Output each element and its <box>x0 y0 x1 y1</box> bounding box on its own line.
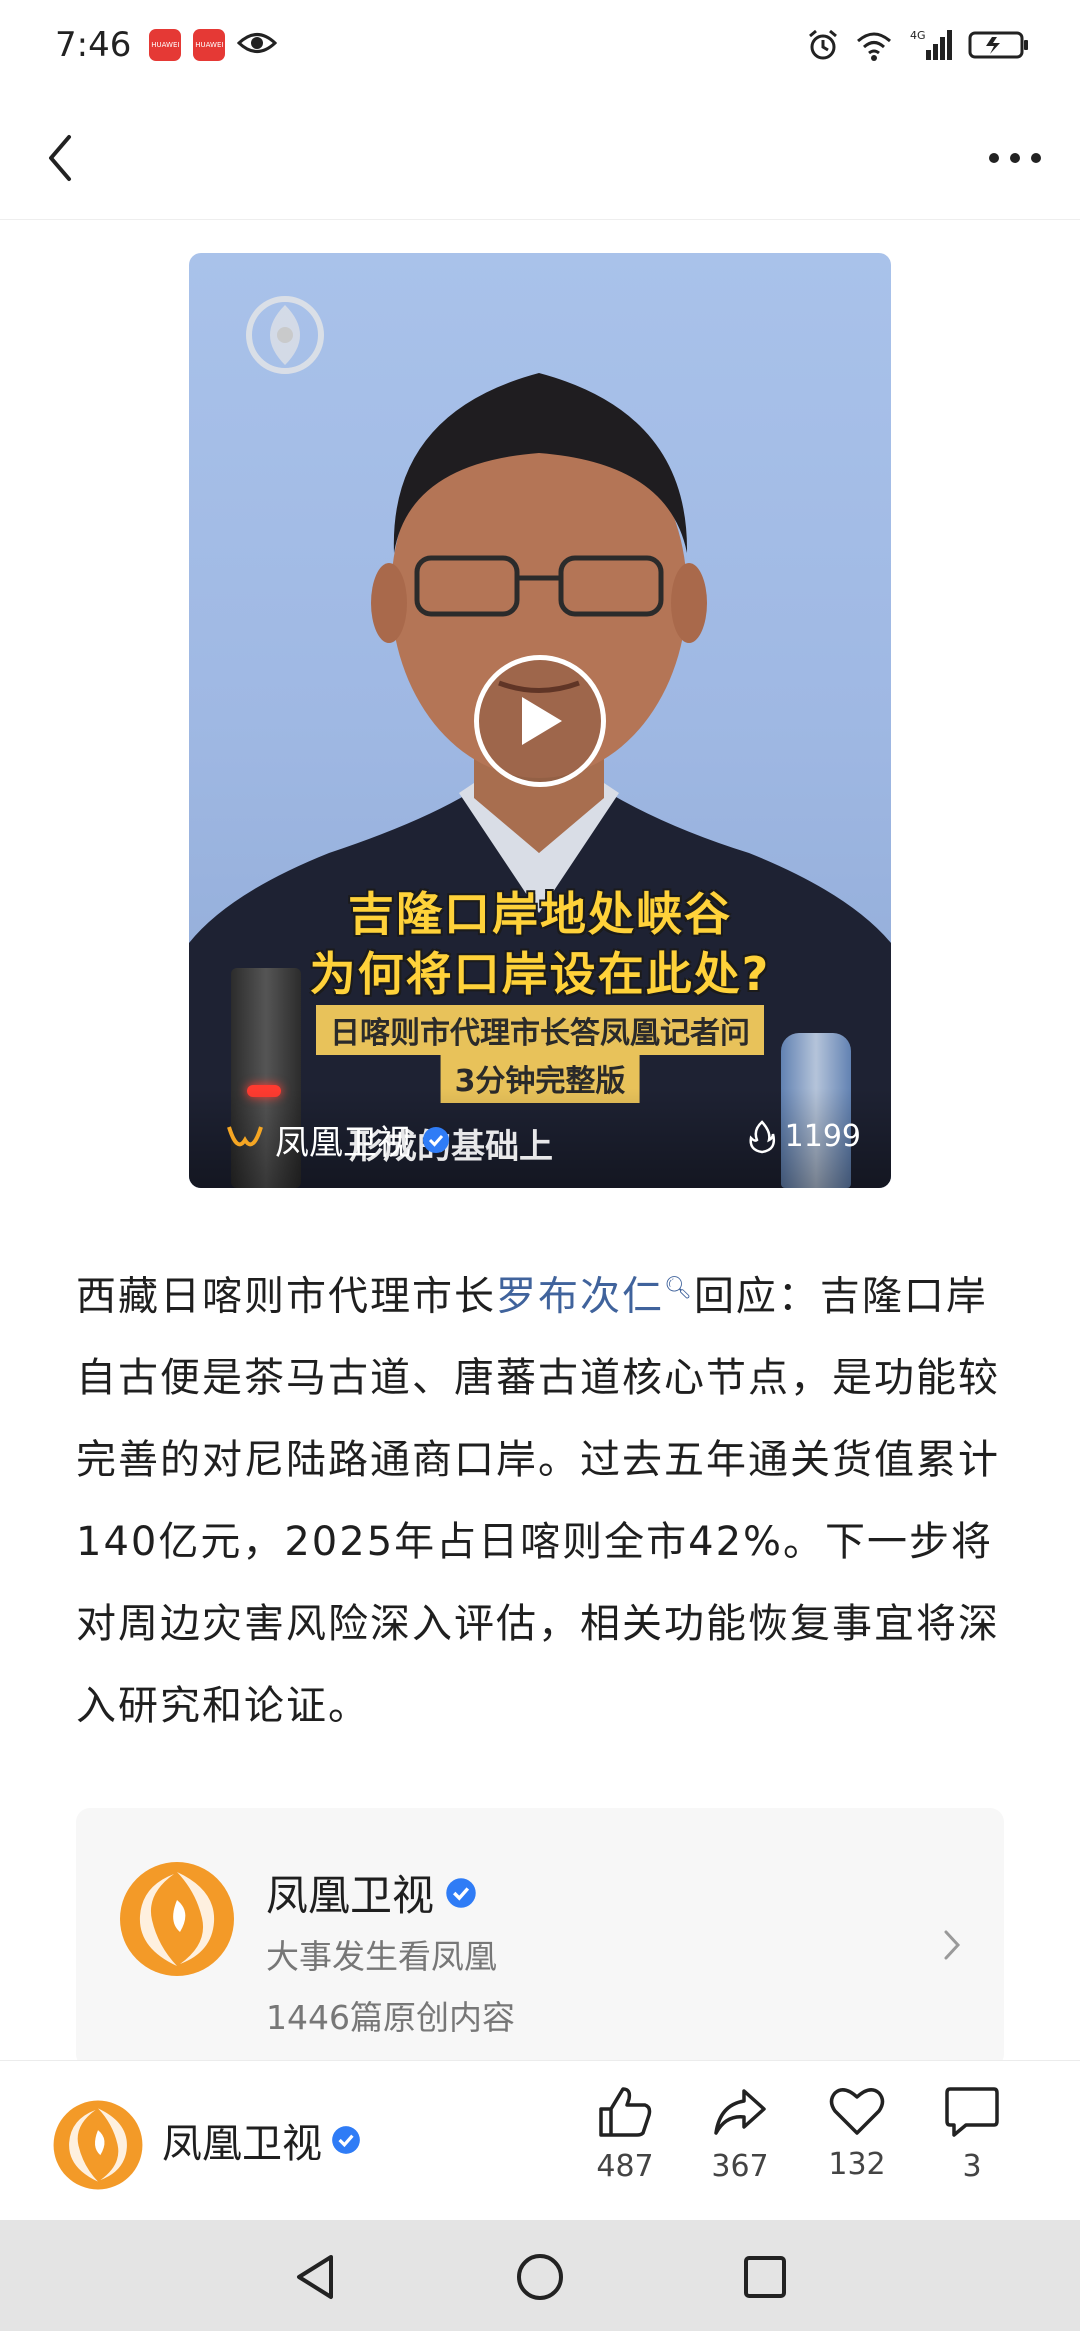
author-content-count: 1446篇原创内容 <box>266 1998 515 2037</box>
bottom-action-bar: 凤凰卫视 487 367 132 3 <box>0 2060 1080 2220</box>
cellular-signal-icon: 4G <box>908 28 954 62</box>
huawei-app-icon: HUAWEI <box>149 29 182 61</box>
author-name-small[interactable]: 凤凰卫视 <box>162 2111 362 2169</box>
nav-recents-button[interactable] <box>738 2250 792 2304</box>
author-avatar[interactable] <box>118 1860 236 1982</box>
back-button[interactable] <box>30 128 90 188</box>
like-count: 487 <box>596 2149 654 2184</box>
wifi-icon <box>854 29 894 61</box>
chevron-left-icon <box>49 135 71 181</box>
share-count: 367 <box>711 2149 769 2184</box>
play-icon <box>522 697 562 745</box>
search-icon[interactable]: 🔍︎ <box>664 1276 694 1301</box>
comment-count: 3 <box>962 2149 982 2184</box>
svg-text:4G: 4G <box>910 29 926 42</box>
verified-badge-icon <box>446 1877 476 1908</box>
article-body: 西藏日喀则市代理市长罗布次仁🔍︎回应：吉隆口岸自古便是茶马古道、唐蕃古道核心节点… <box>76 1248 1006 1747</box>
like-button[interactable]: 487 <box>575 2085 675 2184</box>
favorite-count: 132 <box>828 2147 886 2182</box>
video-view-count: 1199 <box>784 1119 861 1154</box>
author-card[interactable]: 凤凰卫视 大事发生看凤凰 1446篇原创内容 <box>76 1808 1004 2068</box>
phoenix-watermark-icon <box>245 295 325 379</box>
author-name[interactable]: 凤凰卫视 <box>266 1862 478 1923</box>
more-horizontal-icon <box>989 153 1041 163</box>
video-player[interactable]: 吉隆口岸地处峡谷 为何将口岸设在此处? 日喀则市代理市长答凤凰记者问 3分钟完整… <box>189 253 891 1188</box>
heart-icon <box>829 2088 885 2135</box>
status-bar: 7:46 HUAWEI HUAWEI 4G <box>0 0 1080 90</box>
video-views: 1199 <box>747 1119 861 1154</box>
play-button[interactable] <box>474 655 606 787</box>
triangle-back-icon <box>297 2255 333 2299</box>
thumbs-up-icon <box>599 2087 652 2137</box>
person-link[interactable]: 罗布次仁 <box>496 1273 664 1319</box>
nav-back-button[interactable] <box>288 2250 342 2304</box>
alarm-icon <box>806 28 840 62</box>
status-time: 7:46 <box>55 25 132 65</box>
video-subcaption-line1: 日喀则市代理市长答凤凰记者问 <box>316 1005 764 1055</box>
share-icon <box>714 2089 766 2135</box>
flame-icon <box>749 1119 775 1153</box>
author-name-small-text: 凤凰卫视 <box>162 2121 322 2167</box>
comment-button[interactable]: 3 <box>922 2085 1022 2184</box>
comment-icon <box>945 2087 999 2137</box>
nav-home-button[interactable] <box>513 2250 567 2304</box>
favorite-button[interactable]: 132 <box>807 2085 907 2182</box>
author-slogan: 大事发生看凤凰 <box>266 1937 497 1976</box>
verified-badge-icon <box>332 2126 360 2154</box>
top-navigation <box>0 100 1080 220</box>
video-source[interactable]: 凤凰卫视 <box>225 1115 451 1164</box>
eye-icon <box>237 30 278 60</box>
channel-logo-icon <box>227 1125 263 1146</box>
square-recents-icon <box>744 2256 786 2298</box>
status-icons: 4G <box>806 28 1030 62</box>
verified-badge-icon <box>423 1126 449 1153</box>
video-source-name: 凤凰卫视 <box>275 1123 411 1163</box>
system-navigation-bar <box>0 2220 1080 2331</box>
chevron-right-icon[interactable] <box>942 1928 962 1966</box>
author-avatar-small[interactable] <box>52 2099 144 2195</box>
video-caption-line2: 为何将口岸设在此处? <box>309 947 771 1001</box>
battery-icon <box>968 30 1030 60</box>
more-options-button[interactable] <box>980 128 1050 188</box>
share-button[interactable]: 367 <box>690 2085 790 2184</box>
huawei-app-icon: HUAWEI <box>193 29 226 61</box>
circle-home-icon <box>517 2254 563 2300</box>
article-text-body: 回应：吉隆口岸自古便是茶马古道、唐蕃古道核心节点，是功能较完善的对尼陆路通商口岸… <box>76 1273 1000 1730</box>
author-name-text: 凤凰卫视 <box>266 1871 435 1920</box>
article-text-prefix: 西藏日喀则市代理市长 <box>76 1273 496 1320</box>
video-caption-line1: 吉隆口岸地处峡谷 <box>348 887 732 941</box>
